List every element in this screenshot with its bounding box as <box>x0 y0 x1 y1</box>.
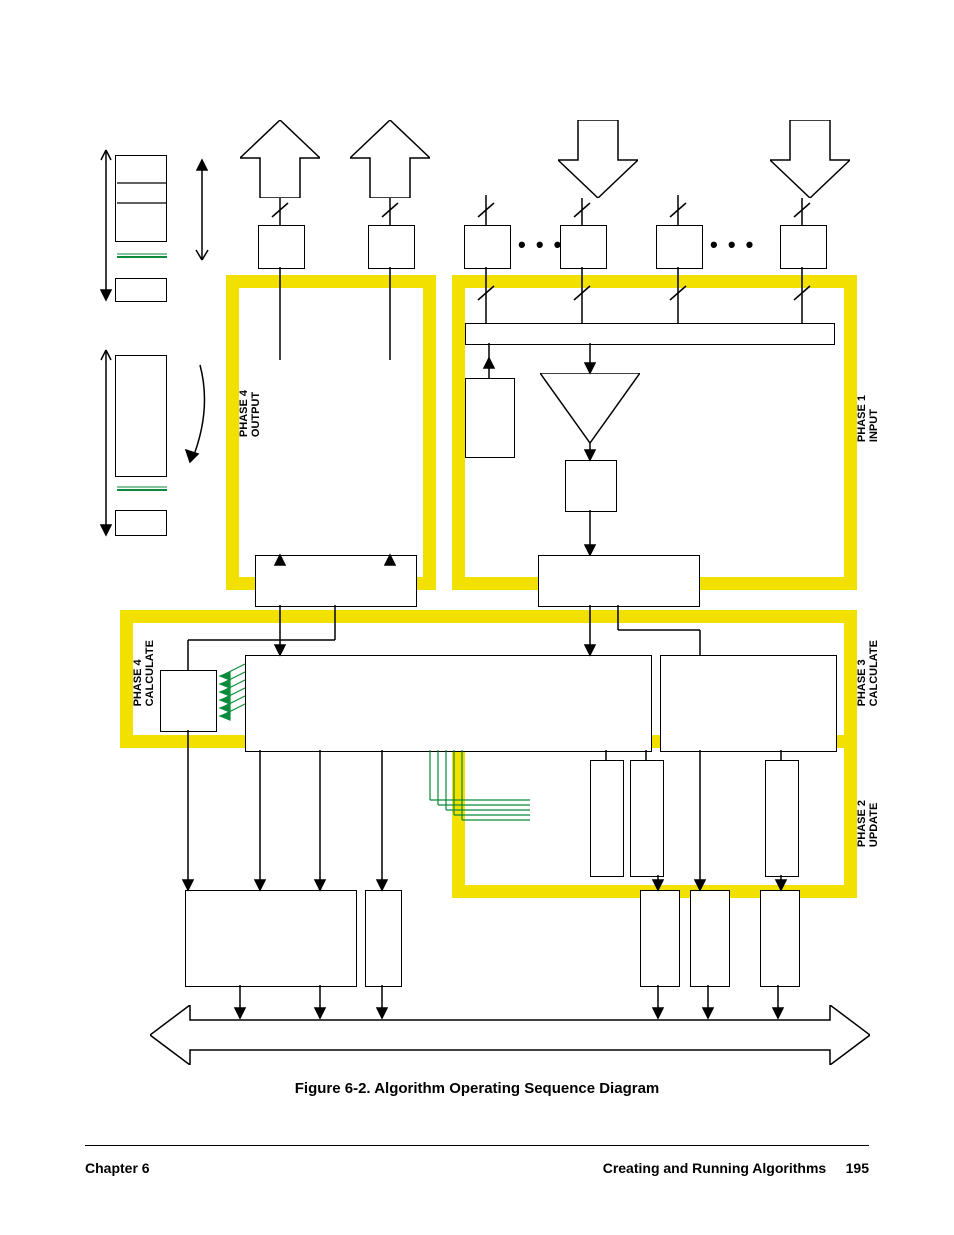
page-footer: Chapter 6 Creating and Running Algorithm… <box>85 1160 869 1176</box>
footer-rule <box>85 1145 869 1146</box>
legend1-arrows <box>90 140 210 320</box>
bus-arrow <box>150 1005 870 1065</box>
footer-page: 195 <box>846 1160 869 1176</box>
algorithm-sequence-diagram: PHASE 4 OUTPUT PHASE 1 INPUT PHASE 4 CAL… <box>60 100 894 1100</box>
footer-chapter: Chapter 6 <box>85 1160 150 1176</box>
figure-caption: Figure 6-2. Algorithm Operating Sequence… <box>0 1080 954 1097</box>
footer-title: Creating and Running Algorithms <box>603 1160 826 1176</box>
legend2-arrows <box>90 340 220 550</box>
